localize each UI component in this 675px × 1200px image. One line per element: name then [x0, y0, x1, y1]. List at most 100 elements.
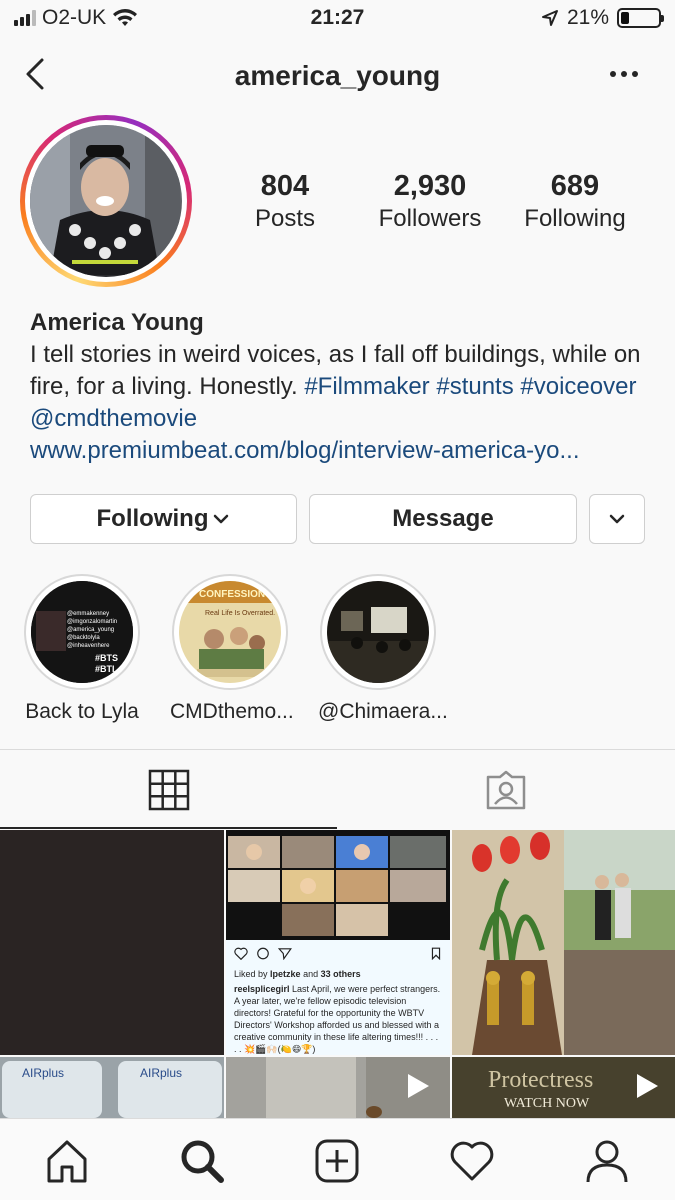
grid-post-tulips[interactable] [452, 830, 675, 1055]
bottom-tab-bar [0, 1118, 675, 1200]
new-post-tab[interactable] [313, 1137, 361, 1185]
protectress-subtitle: WATCH NOW [504, 1096, 590, 1111]
post-actions [234, 942, 442, 964]
stat-label: Followers [378, 205, 482, 232]
home-icon [47, 1140, 87, 1183]
battery-percent: 21% [566, 6, 609, 29]
highlight-overlay-text: @emmakenney [67, 611, 109, 617]
heart-icon [450, 1141, 494, 1181]
message-button[interactable]: Message [309, 494, 577, 544]
highlight-cover: CONFESSIONS Real Life Is Overrated. [179, 581, 281, 683]
svg-text:#BTS: #BTS [95, 653, 118, 663]
post-caption-area: Liked by lpetzke and 33 others reelsplic… [226, 940, 450, 1055]
story-highlight[interactable]: @Chimaera... [318, 574, 448, 724]
stat-following[interactable]: 689 Following [515, 170, 635, 233]
following-button-label: Following [96, 505, 209, 532]
protectress-title: Protectress [488, 1067, 593, 1093]
share-icon [278, 947, 292, 960]
more-dots-icon [610, 71, 638, 77]
heart-icon [234, 947, 248, 960]
grid-icon [148, 769, 189, 811]
location-arrow-icon [541, 10, 558, 26]
profile-name: America Young [30, 309, 204, 336]
battery-fill [621, 12, 629, 24]
grid-post-screenshot[interactable]: Liked by lpetzke and 33 others reelsplic… [226, 830, 450, 1055]
chevron-down-icon [609, 514, 625, 524]
tagged-person-icon [486, 770, 525, 810]
status-right: 21% [541, 6, 664, 30]
video-play-icon [637, 1074, 658, 1098]
avatar [30, 125, 182, 277]
profile-header: america_young [0, 48, 675, 104]
tab-tagged[interactable] [337, 750, 674, 830]
story-highlight[interactable]: @emmakenney @imgonzalomartin @america_yo… [22, 574, 142, 724]
highlight-label: CMDthemo... [170, 700, 294, 723]
status-bar: O2-UK 21:27 21% [0, 0, 675, 40]
profile-tab[interactable] [583, 1137, 631, 1185]
more-options-button[interactable] [609, 64, 639, 84]
airplus-photo: AIRplus AIRplus [0, 1057, 224, 1118]
grid-post-video-sidewalk[interactable] [226, 1057, 450, 1118]
suggested-dropdown-button[interactable] [589, 494, 645, 544]
avatar-story-ring[interactable] [20, 115, 192, 287]
chevron-down-icon [214, 514, 229, 524]
caption-text: Last April, we were perfect strangers. A… [234, 984, 441, 1054]
svg-text:#BTL: #BTL [95, 664, 118, 674]
highlight-label: Back to Lyla [25, 700, 139, 723]
profile-bio: America Young I tell stories in weird vo… [30, 307, 655, 467]
video-call-collage [226, 830, 450, 940]
svg-text:CONFESSIONS: CONFESSIONS [199, 589, 272, 600]
stat-followers[interactable]: 2,930 Followers [370, 170, 490, 233]
search-icon [181, 1140, 224, 1183]
highlight-overlay-text: @backtolyla [67, 635, 100, 641]
likes-user: lpetzke [270, 969, 301, 979]
profile-stats: 804 Posts 2,930 Followers 689 Following [230, 170, 660, 240]
page-title: america_young [234, 60, 441, 91]
stat-label: Following [524, 205, 626, 232]
highlight-poster-text: Real Life Is Overrated. [205, 610, 275, 617]
profile-icon [586, 1140, 628, 1183]
mention-link[interactable]: @cmdthemovie [30, 405, 197, 432]
airplus-label: AIRplus [22, 1066, 64, 1080]
stat-value: 2,930 [393, 170, 467, 202]
bookmark-icon [431, 947, 441, 960]
likes-others: 33 others [320, 969, 361, 979]
highlight-overlay-text: @inheavenhere [67, 643, 110, 649]
grid-post-airplus[interactable]: AIRplus AIRplus [0, 1057, 224, 1118]
active-tab-indicator [0, 827, 337, 829]
post-likes: Liked by lpetzke and 33 others [234, 968, 442, 980]
comment-icon [257, 947, 269, 959]
stat-value: 804 [260, 170, 310, 202]
home-tab[interactable] [43, 1137, 91, 1185]
video-play-icon [408, 1074, 429, 1098]
likes-prefix: Liked by [234, 969, 268, 979]
hashtag-link[interactable]: #voiceover [520, 373, 636, 400]
likes-and: and [303, 969, 319, 979]
post-caption: reelsplicegirl Last April, we were perfe… [234, 983, 442, 1055]
highlight-cover [327, 581, 429, 683]
highlight-cover: @emmakenney @imgonzalomartin @america_yo… [31, 581, 133, 683]
story-highlight[interactable]: CONFESSIONS Real Life Is Overrated. CMDt… [170, 574, 294, 724]
stat-label: Posts [254, 205, 316, 232]
avatar-photo [30, 125, 180, 275]
highlight-label: @Chimaera... [318, 700, 448, 723]
caption-user: reelsplicegirl [234, 984, 290, 994]
website-link[interactable]: www.premiumbeat.com/blog/interview-ameri… [30, 435, 655, 467]
message-button-label: Message [392, 505, 494, 532]
activity-tab[interactable] [448, 1137, 496, 1185]
tab-grid[interactable] [0, 750, 337, 830]
hashtag-link[interactable]: #stunts [436, 373, 513, 400]
grid-post-video-protectress[interactable]: Protectress WATCH NOW [452, 1057, 675, 1118]
stat-posts[interactable]: 804 Posts [230, 170, 340, 233]
grid-post-dark[interactable] [0, 830, 224, 1055]
following-button[interactable]: Following [30, 494, 297, 544]
tulips-photo [452, 830, 675, 1055]
stat-value: 689 [550, 170, 600, 202]
battery-icon [617, 8, 664, 28]
hashtag-link[interactable]: #Filmmaker [304, 373, 429, 400]
highlight-overlay-text: @america_young [67, 627, 114, 633]
airplus-label: AIRplus [140, 1066, 182, 1080]
search-tab[interactable] [178, 1137, 226, 1185]
highlight-overlay-text: @imgonzalomartin [67, 619, 117, 625]
add-post-icon [315, 1139, 359, 1183]
